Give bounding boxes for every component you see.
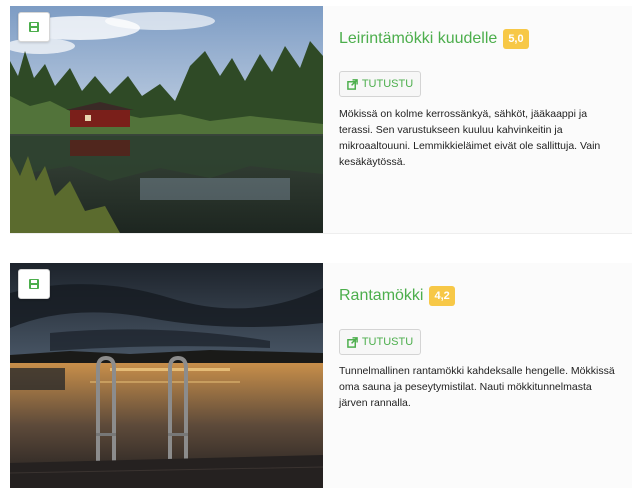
- listing-card: Leirintämökki kuudelle 5,0 TUTUSTU Mökis…: [10, 6, 632, 234]
- listing-card: Rantamökki 4,2 TUTUSTU Tunnelmallinen ra…: [10, 263, 632, 488]
- tutustu-label: TUTUSTU: [361, 78, 414, 90]
- external-link-icon: [347, 78, 358, 90]
- tutustu-button[interactable]: TUTUSTU: [339, 71, 421, 97]
- tutustu-button[interactable]: TUTUSTU: [339, 329, 421, 355]
- listing-title[interactable]: Leirintämökki kuudelle: [339, 29, 497, 49]
- rating-badge: 5,0: [503, 29, 529, 49]
- save-icon: [29, 22, 39, 32]
- save-button[interactable]: [18, 269, 50, 299]
- listing-title-row: Leirintämökki kuudelle 5,0: [339, 29, 529, 49]
- sunset-pier-image: [10, 263, 323, 488]
- lake-cabin-image: [10, 6, 323, 233]
- listing-title-row: Rantamökki 4,2: [339, 286, 455, 306]
- listing-description: Tunnelmallinen rantamökki kahdeksalle he…: [339, 365, 615, 409]
- external-link-icon: [347, 336, 358, 348]
- save-icon: [29, 279, 39, 289]
- listing-photo-beach-cabin[interactable]: [10, 263, 323, 488]
- save-button[interactable]: [18, 12, 50, 42]
- rating-badge: 4,2: [429, 286, 455, 306]
- tutustu-label: TUTUSTU: [361, 336, 414, 348]
- listing-description: Mökissä on kolme kerrossänkyä, sähköt, j…: [339, 108, 601, 168]
- listing-photo-lake-cabin[interactable]: [10, 6, 323, 233]
- listing-title[interactable]: Rantamökki: [339, 286, 423, 306]
